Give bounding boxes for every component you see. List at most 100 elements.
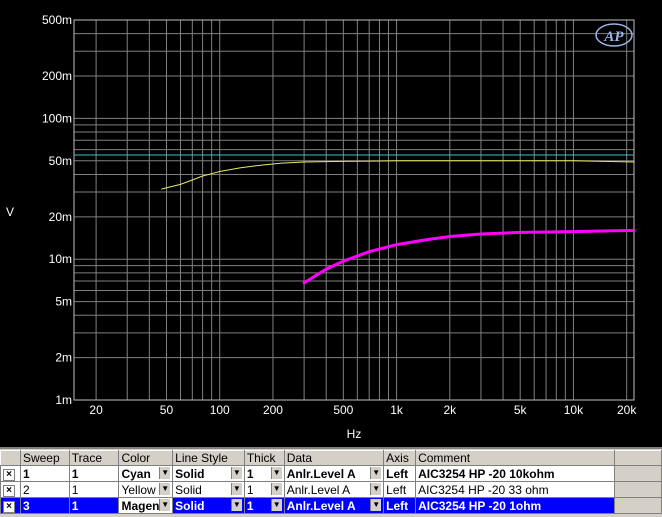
cell-color-text: Yellow [121, 482, 156, 497]
x-tick-label: 20 [89, 403, 103, 417]
x-tick-label: 5k [514, 403, 528, 417]
row-checkbox[interactable]: × [0, 497, 21, 514]
cell-trace[interactable]: 1 [68, 481, 120, 498]
x-tick-labels: 20 50 100 200 500 1k 2k 5k 10k 20k [89, 403, 637, 417]
y-tick-label: 500m [42, 13, 72, 27]
cell-trace[interactable]: 1 [68, 497, 120, 514]
cell-line-style-text: Solid [175, 466, 205, 481]
x-axis-label: Hz [347, 427, 362, 441]
cell-thick[interactable]: ▼ 1 [243, 465, 285, 482]
chevron-down-icon[interactable]: ▼ [159, 498, 171, 511]
cell-line-style-text: Solid [175, 482, 202, 497]
checkbox-icon[interactable]: × [3, 469, 15, 481]
header-thick[interactable]: Thick [243, 450, 285, 466]
plot-frame [73, 19, 635, 401]
header-trace[interactable]: Trace [68, 450, 120, 466]
chevron-down-icon[interactable]: ▼ [370, 482, 382, 495]
cell-trace[interactable]: 1 [68, 465, 120, 482]
y-tick-label: 2m [55, 351, 72, 365]
cell-data-text: Anlr.Level A [286, 466, 356, 481]
checkbox-icon[interactable]: × [3, 485, 15, 497]
header-line-style[interactable]: Line Style [172, 450, 245, 466]
cell-thick-text: 1 [246, 498, 254, 513]
x-tick-label: 500 [333, 403, 353, 417]
x-tick-label: 200 [263, 403, 283, 417]
cell-line-style[interactable]: ▼ Solid [172, 481, 245, 498]
chevron-down-icon[interactable]: ▼ [370, 466, 382, 479]
y-tick-label: 50m [49, 154, 72, 168]
cell-data-text: Anlr.Level A [286, 482, 351, 497]
x-tick-label: 50 [160, 403, 174, 417]
chevron-down-icon[interactable]: ▼ [270, 482, 282, 495]
x-tick-label: 10k [564, 403, 584, 417]
chevron-down-icon[interactable]: ▼ [270, 466, 282, 479]
cell-line-style-text: Solid [175, 498, 205, 513]
row-checkbox[interactable]: × [0, 481, 21, 498]
header-color[interactable]: Color [118, 450, 174, 466]
cell-axis[interactable]: Left [383, 465, 417, 482]
grid-lines [74, 19, 634, 401]
chevron-down-icon[interactable]: ▼ [370, 498, 382, 511]
table-header-row: Sweep Trace Color Line Style Thick Data … [0, 450, 662, 466]
svg-text:AP: AP [603, 29, 624, 45]
y-tick-label: 20m [49, 210, 72, 224]
cell-color-text: Magenta [121, 498, 160, 513]
chevron-down-icon[interactable]: ▼ [159, 482, 171, 495]
cell-comment[interactable]: AIC3254 HP -20 33 ohm [415, 481, 615, 498]
cell-thick[interactable]: ▼ 1 [243, 497, 285, 514]
table-row[interactable]: × 2 1 ▼ Yellow ▼ Solid ▼ 1 ▼ Anlr.Level A Le… [0, 481, 662, 498]
cell-sweep[interactable]: 1 [19, 465, 70, 482]
y-tick-label: 5m [55, 295, 72, 309]
cell-thick[interactable]: ▼ 1 [243, 481, 285, 498]
chevron-down-icon[interactable]: ▼ [230, 482, 242, 495]
x-tick-label: 20k [617, 403, 637, 417]
chevron-down-icon[interactable]: ▼ [270, 498, 282, 511]
header-spacer [613, 450, 662, 466]
trace-table: Sweep Trace Color Line Style Thick Data … [0, 447, 662, 517]
cell-sweep[interactable]: 3 [19, 497, 70, 514]
row-checkbox[interactable]: × [0, 465, 21, 482]
row-spacer [613, 481, 662, 498]
chevron-down-icon[interactable]: ▼ [230, 466, 242, 479]
y-tick-labels: 500m 200m 100m 50m 20m 10m 5m 2m 1m [42, 13, 72, 407]
cell-line-style[interactable]: ▼ Solid [172, 497, 245, 514]
header-sweep[interactable]: Sweep [19, 450, 70, 466]
cell-thick-text: 1 [246, 482, 254, 497]
y-tick-label: 1m [55, 393, 72, 407]
cell-axis[interactable]: Left [383, 481, 417, 498]
cell-thick-text: 1 [246, 466, 254, 481]
header-data[interactable]: Data [283, 450, 385, 466]
header-check [0, 450, 21, 466]
cell-data[interactable]: ▼ Anlr.Level A [283, 497, 385, 514]
chevron-down-icon[interactable]: ▼ [159, 466, 171, 479]
series-line-3 [302, 229, 636, 285]
cell-comment[interactable]: AIC3254 HP -20 1ohm [415, 497, 615, 514]
cell-color[interactable]: ▼ Cyan [118, 465, 174, 482]
plot-area: 20 50 100 200 500 1k 2k 5k 10k 20k 500m200m100m50… [6, 13, 637, 441]
header-comment[interactable]: Comment [415, 450, 615, 466]
row-spacer [613, 465, 662, 482]
cell-comment[interactable]: AIC3254 HP -20 10kohm [415, 465, 615, 482]
y-axis-label: V [6, 205, 14, 219]
x-tick-label: 1k [390, 403, 404, 417]
table-row[interactable]: × 3 1 ▼Magenta ▼Solid ▼1 ▼Anlr.Level A L… [0, 497, 662, 514]
cell-data-text: Anlr.Level A [286, 498, 356, 513]
cell-color-text: Cyan [121, 466, 151, 481]
cell-data[interactable]: ▼ Anlr.Level A [283, 481, 385, 498]
x-tick-label: 100 [210, 403, 230, 417]
cell-color[interactable]: ▼ Yellow [118, 481, 174, 498]
checkbox-icon[interactable]: × [3, 501, 15, 513]
header-axis[interactable]: Axis [383, 450, 417, 466]
y-tick-label: 10m [49, 252, 72, 266]
row-spacer [613, 497, 662, 514]
table-row[interactable]: × 1 1 ▼ Cyan ▼ Solid ▼ 1 ▼ Anlr.Level A Left… [0, 465, 662, 482]
chevron-down-icon[interactable]: ▼ [230, 498, 242, 511]
cell-data[interactable]: ▼ Anlr.Level A [283, 465, 385, 482]
y-tick-label: 100m [42, 111, 72, 125]
y-tick-label: 200m [42, 69, 72, 83]
cell-color[interactable]: ▼Magenta [118, 497, 174, 514]
cell-line-style[interactable]: ▼ Solid [172, 465, 245, 482]
x-tick-label: 2k [443, 403, 457, 417]
cell-axis[interactable]: Left [383, 497, 417, 514]
cell-sweep[interactable]: 2 [19, 481, 70, 498]
